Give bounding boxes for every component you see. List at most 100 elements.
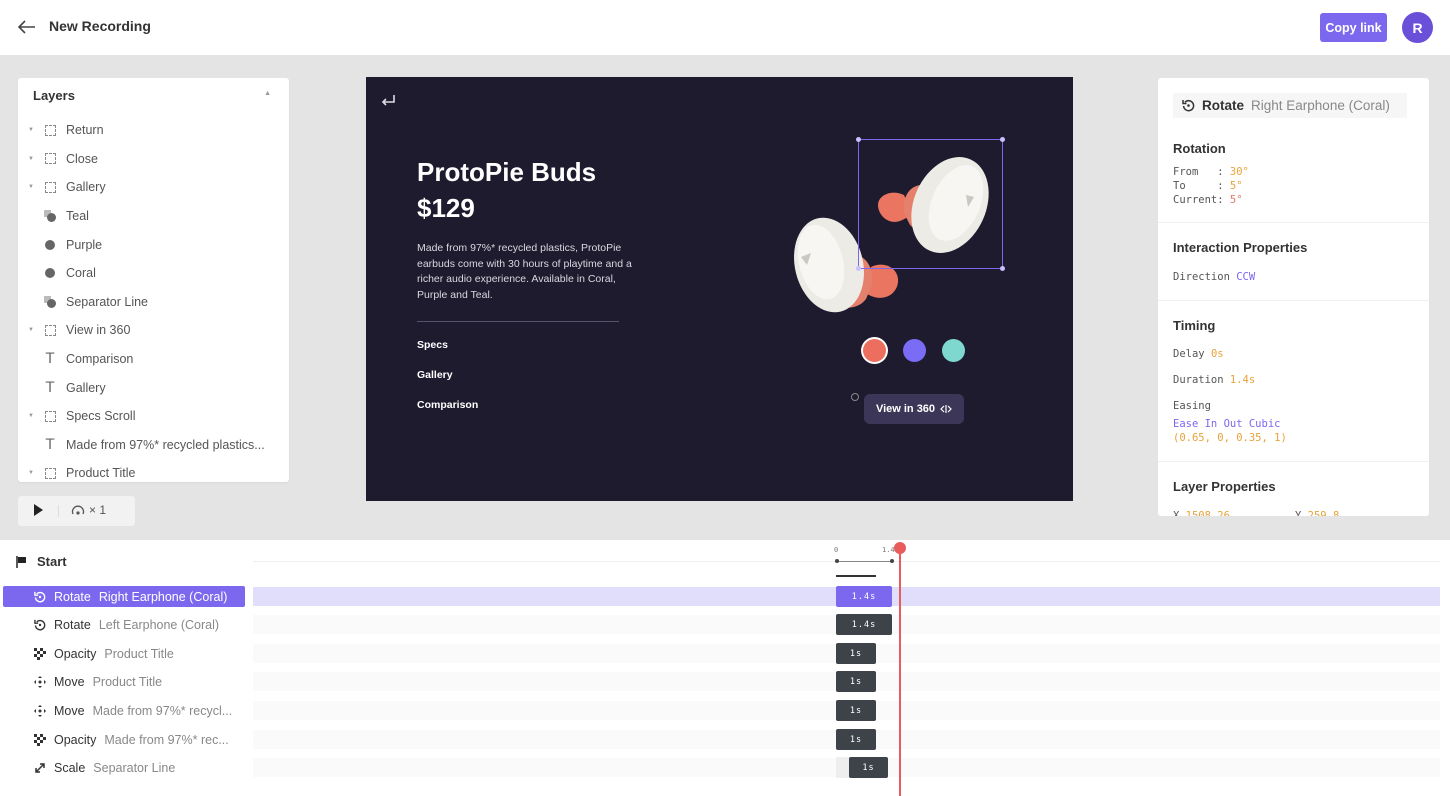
timeline-row-label[interactable]: Rotate Left Earphone (Coral) (3, 614, 245, 635)
timeline-row-label[interactable]: Move Product Title (3, 671, 245, 692)
timeline-row: Move Made from 97%* recycl... 1s (0, 700, 1450, 722)
scale-icon (34, 762, 46, 774)
prototype-canvas[interactable]: ProtoPie Buds $129 Made from 97%* recycl… (366, 77, 1073, 501)
row-target: Separator Line (93, 760, 176, 775)
row-action: Scale (54, 760, 86, 775)
expand-caret-icon[interactable]: ▼ (28, 184, 34, 190)
interaction-target: Right Earphone (Coral) (1251, 98, 1390, 113)
layer-item[interactable]: T Made from 97%* recycled plastics... (18, 431, 289, 460)
row-target: Right Earphone (Coral) (98, 589, 228, 604)
duration-bar[interactable]: 1.4s (836, 586, 892, 607)
opacity-icon (34, 647, 46, 660)
duration-bar[interactable]: 1s (836, 729, 876, 750)
timeline-row: Move Product Title 1s (0, 671, 1450, 693)
easing-label: Easing (1173, 400, 1211, 412)
resize-handle[interactable] (856, 266, 861, 271)
resize-handle[interactable] (1000, 266, 1005, 271)
timeline-row-label[interactable]: Scale Separator Line (3, 757, 245, 778)
range-end-dot (890, 559, 894, 563)
duration-bar[interactable]: 1s (836, 700, 876, 721)
swatch-coral[interactable] (863, 339, 886, 362)
expand-caret-icon[interactable]: ▼ (28, 470, 34, 476)
duration-bar[interactable]: 1.4s (836, 614, 892, 635)
page-title: New Recording (49, 18, 151, 34)
resize-handle[interactable] (1000, 137, 1005, 142)
speed-label: × 1 (89, 503, 107, 517)
shape-icon (44, 295, 56, 308)
layer-item[interactable]: ▼ Return (18, 116, 289, 145)
timing-heading: Timing (1173, 318, 1216, 333)
layer-item[interactable]: Separator Line (18, 288, 289, 317)
layer-label: Gallery (66, 380, 106, 395)
timeline-row: Scale Separator Line 1s (0, 757, 1450, 779)
expand-caret-icon[interactable]: ▼ (28, 127, 34, 133)
flag-icon (16, 555, 26, 568)
layer-item[interactable]: ▼ View in 360 (18, 316, 289, 345)
layer-item[interactable]: T Gallery (18, 373, 289, 402)
layer-item[interactable]: Coral (18, 259, 289, 288)
duration-bar[interactable]: 1s (836, 643, 876, 664)
collapse-icon[interactable]: ▲ (264, 90, 271, 97)
timeline-row-label[interactable]: Opacity Product Title (3, 643, 245, 664)
layer-item[interactable]: ▼ Gallery (18, 173, 289, 202)
specs-link[interactable]: Specs (417, 339, 448, 351)
layer-label: Coral (66, 266, 96, 281)
layer-item[interactable]: T Comparison (18, 345, 289, 374)
expand-caret-icon[interactable]: ▼ (28, 156, 34, 162)
resize-handle[interactable] (856, 137, 861, 142)
layer-label: Specs Scroll (66, 409, 136, 424)
playhead-line[interactable] (899, 548, 901, 796)
layer-properties-heading: Layer Properties (1173, 479, 1276, 494)
row-action: Move (54, 674, 85, 689)
layer-item[interactable]: ▼ Close (18, 145, 289, 174)
copy-link-button[interactable]: Copy link (1320, 13, 1387, 42)
comparison-link[interactable]: Comparison (417, 399, 478, 411)
timeline-row-label[interactable]: Rotate Right Earphone (Coral) (3, 586, 245, 607)
layer-item[interactable]: ▼ Specs Scroll (18, 402, 289, 431)
opacity-icon (34, 733, 46, 746)
playhead-handle[interactable] (894, 542, 906, 556)
timeline-row-label[interactable]: Move Made from 97%* recycl... (3, 700, 245, 721)
layer-label: Comparison (66, 352, 134, 367)
delay-value: Delay 0s (1173, 348, 1224, 360)
view-in-360-button[interactable]: View in 360 (864, 394, 964, 424)
rotation-to: To : 5° (1173, 180, 1243, 192)
arrow-left-icon (18, 20, 35, 34)
rotate-icon (34, 591, 46, 603)
layers-panel: Layers ▲ ▼ Return ▼ Close ▼ Gallery Teal Purple… (18, 78, 289, 482)
easing-values: (0.65, 0, 0.35, 1) (1173, 432, 1287, 444)
layer-item[interactable]: ▼ Product Title (18, 459, 289, 482)
speed-button[interactable]: × 1 (71, 503, 106, 517)
play-icon[interactable] (34, 504, 43, 516)
product-title: ProtoPie Buds $129 (417, 154, 596, 226)
expand-caret-icon[interactable]: ▼ (28, 413, 34, 419)
range-indicator (836, 575, 876, 577)
swatch-purple[interactable] (903, 339, 926, 362)
back-button[interactable] (16, 16, 38, 38)
timeline-panel: Start 0 1.4 Rotate Right Earphone (Coral)… (0, 540, 1450, 796)
rotation-current: Current: 5° (1173, 194, 1243, 206)
layer-item[interactable]: Purple (18, 230, 289, 259)
row-target: Made from 97%* rec... (104, 732, 229, 747)
layer-label: Return (66, 123, 104, 138)
return-icon[interactable] (380, 93, 396, 112)
layer-label: Separator Line (66, 294, 149, 309)
properties-panel: Rotate Right Earphone (Coral) Rotation F… (1158, 78, 1429, 516)
layer-y-value: Y 259.8 (1295, 510, 1340, 516)
avatar[interactable]: R (1402, 12, 1433, 43)
row-action: Move (54, 703, 85, 718)
layer-item[interactable]: Teal (18, 202, 289, 231)
gallery-link[interactable]: Gallery (417, 369, 453, 381)
timeline-row-label[interactable]: Opacity Made from 97%* rec... (3, 729, 245, 750)
product-description: Made from 97%* recycled plastics, ProtoP… (417, 242, 632, 301)
duration-bar[interactable]: 1s (849, 757, 888, 778)
swatch-teal[interactable] (942, 339, 965, 362)
interaction-properties-heading: Interaction Properties (1173, 240, 1308, 255)
selection-box[interactable] (856, 137, 1005, 271)
duration-bar[interactable]: 1s (836, 671, 876, 692)
layer-label: Teal (66, 209, 89, 224)
move-icon (34, 675, 46, 688)
expand-caret-icon[interactable]: ▼ (28, 327, 34, 333)
interaction-action: Rotate (1202, 98, 1245, 113)
start-trigger[interactable]: Start (16, 554, 67, 569)
